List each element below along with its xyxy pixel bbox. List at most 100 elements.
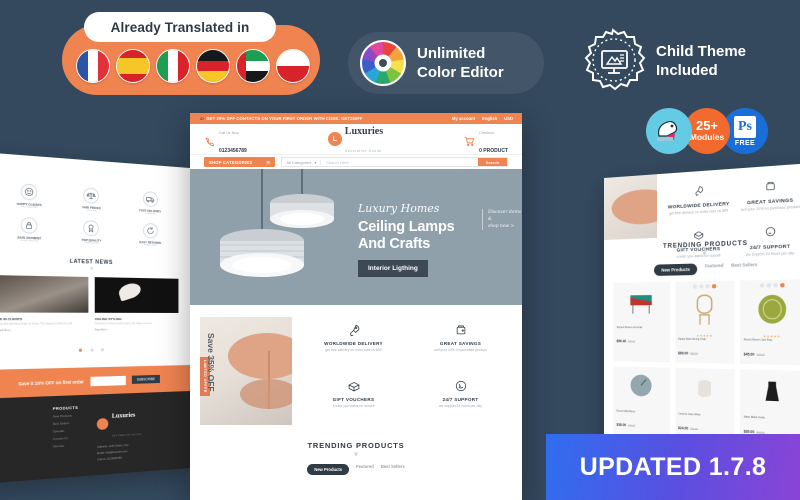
feature-icon-grid: HAPPY CLIENTS more than 2000 FAIR PRICES…: [0, 182, 177, 248]
service-desc: we support 24 hours per day: [439, 404, 482, 408]
news-desc: Collections of items around rooms. We ma…: [94, 323, 152, 326]
footer-link[interactable]: Specials: [53, 428, 78, 434]
hero-banner: Luxury Homes Ceiling Lamps And Crafts In…: [190, 169, 522, 305]
product-card[interactable]: ★★★★★ Round Woven Jute Rug $45.00 $60.00: [740, 279, 800, 366]
table-product-photo: [604, 174, 658, 240]
feature-item: EASY RETURNS 30 days back: [123, 222, 176, 248]
service-desc: we support 24 hours per day: [746, 250, 795, 257]
service-title: 24/7 SUPPORT: [442, 397, 479, 402]
cart-count: 0 PRODUCT: [479, 148, 508, 154]
shop-categories-label: SHOP CATEGORIES: [209, 159, 253, 165]
news-title: WE IN CLIENTS: [0, 316, 23, 322]
service-item: GREAT SAVINGS sell your 10% on purchase …: [735, 170, 800, 217]
hero-side-line2[interactable]: shop now >: [488, 223, 522, 230]
tab-featured[interactable]: Featured: [705, 263, 724, 275]
footer-link[interactable]: Sitemap: [53, 443, 78, 449]
news-card[interactable]: WE IN CLIENTS Many and tool had a begin …: [0, 275, 89, 333]
trending-title: TRENDING PRODUCTS: [307, 441, 405, 450]
carousel-dot[interactable]: [89, 348, 94, 352]
jute-rug: [740, 287, 800, 331]
germany-flag: [196, 49, 230, 83]
photoshop-free-label: FREE: [734, 139, 756, 147]
trending-ornament: ❦: [353, 452, 359, 458]
giftbox-icon: [304, 377, 403, 394]
poland-flag: [276, 49, 310, 83]
news-readmore[interactable]: Read More ›: [0, 330, 88, 332]
search-category-select[interactable]: All Categories ▾: [282, 159, 322, 165]
child-theme-badge: Child Theme Included: [580, 28, 746, 94]
product-old-price: $72.00: [627, 340, 636, 344]
color-editor-line2: Color Editor: [417, 64, 504, 81]
updated-version-label: UPDATED 1.7.8: [579, 452, 767, 481]
newsletter-subscribe-button[interactable]: SUBSCRIBE: [131, 375, 161, 385]
product-card[interactable]: ★★★★★ Rattan Back Dining Chair $89.00 $99…: [675, 280, 735, 364]
shop-categories-button[interactable]: SHOP CATEGORIES ☰: [204, 157, 276, 167]
search-button[interactable]: Search: [477, 158, 507, 166]
feature-item: TOP QUALITY certified goods: [63, 219, 119, 245]
footer-contact-column: Luxuries DECORATIVE GOODS Address: 1234 …: [97, 403, 142, 462]
tab-new-products[interactable]: New Products: [307, 464, 350, 475]
footer-contact-line: Email: info@luxuries.com: [97, 450, 128, 456]
tab-featured[interactable]: Featured: [356, 464, 374, 475]
site-logo[interactable]: L Luxuries Decorative Goods: [327, 121, 383, 157]
center-trending-section: TRENDING PRODUCTS ❦ New Products Feature…: [190, 425, 522, 475]
cart-block[interactable]: Checkout 0 PRODUCT: [464, 121, 508, 157]
support-icon: [737, 221, 800, 242]
tab-new-products[interactable]: New Products: [654, 263, 698, 276]
footer-link[interactable]: Best Sellers: [53, 421, 78, 426]
rocket-icon: [304, 321, 403, 338]
carousel-dot[interactable]: [100, 348, 105, 352]
color-wheel-icon: [360, 40, 406, 86]
footer-columns: PRODUCTS New Products Best Sellers Speci…: [0, 402, 177, 469]
product-card[interactable]: Striped Modern Armchair $56.40 $72.00: [613, 281, 670, 363]
news-card[interactable]: CEILING STYLING Collections of items aro…: [94, 277, 179, 332]
product-price: $56.40: [616, 339, 626, 344]
wall-mirror: [614, 366, 670, 409]
product-meta: ★★★★★ Round Woven Jute Rug $45.00 $60.00: [740, 331, 800, 366]
promo-and-services: LIMITED OFFER Save 35% OFF WORLDWIDE DEL…: [190, 305, 522, 425]
striped-armchair: [614, 282, 670, 323]
footer-link[interactable]: New Products: [53, 413, 78, 419]
carousel-dot[interactable]: [78, 348, 83, 353]
product-old-price: $49.00: [627, 424, 636, 428]
color-editor-line1: Unlimited: [417, 44, 486, 62]
logo-tagline: Decorative Goods: [344, 149, 382, 153]
black-kettle: [740, 369, 800, 415]
footer-link[interactable]: Contact Us: [53, 436, 78, 441]
lock-icon: [20, 216, 38, 234]
hamburger-icon: ☰: [266, 159, 271, 165]
tab-best-sellers[interactable]: Best Sellers: [731, 262, 757, 274]
checkout-label: Checkout: [479, 131, 495, 135]
footer-logo-name: Luxuries: [111, 412, 136, 421]
prestashop-logo-icon: [657, 120, 678, 141]
promo-offer-card[interactable]: LIMITED OFFER Save 35% OFF: [200, 317, 292, 425]
newsletter-email-input[interactable]: [90, 375, 126, 387]
child-theme-line2: Included: [656, 62, 718, 79]
prestashop-badge: [646, 108, 692, 154]
cart-icon: [464, 134, 475, 146]
product-meta: Striped Modern Armchair $56.40 $72.00: [614, 323, 670, 351]
service-item: GREAT SAVINGS sell your 10% on purchase …: [409, 317, 512, 369]
phone-icon: [204, 134, 215, 146]
nav-search-bar: SHOP CATEGORIES ☰ All Categories ▾ Searc…: [190, 154, 522, 169]
product-meta: ★★★★★ Rattan Back Dining Chair $89.00 $99…: [675, 330, 735, 364]
product-card[interactable]: Round Wall Mirror $38.00 $49.00: [613, 366, 670, 438]
news-readmore[interactable]: Read More ›: [95, 329, 179, 332]
tab-best-sellers[interactable]: Best Sellers: [381, 464, 405, 475]
hero-cta-button[interactable]: Interior Ligthing: [358, 260, 428, 278]
footer-copyright: © 2021 Luxuries Store. All Rights Reserv…: [48, 476, 133, 484]
footer-logo-mark: [97, 417, 109, 430]
site-footer: PRODUCTS New Products Best Sellers Speci…: [0, 391, 190, 484]
carousel-dots[interactable]: [0, 337, 190, 359]
logo-mark-icon: L: [327, 132, 342, 146]
search-bar[interactable]: All Categories ▾ Search Here ... Search: [281, 157, 508, 167]
translated-badge: Already Translated in: [62, 12, 320, 95]
feature-item: FAIR PRICES every day: [63, 186, 119, 213]
product-price: $38.00: [616, 422, 626, 428]
footer-logo: Luxuries DECORATIVE GOODS: [97, 403, 142, 443]
search-input[interactable]: Search Here ...: [321, 160, 477, 165]
service-item: WORLDWIDE DELIVERY get free delivery on …: [665, 175, 732, 221]
service-desc: a wish you wants for ourself: [332, 404, 375, 408]
product-old-price: $31.00: [690, 427, 698, 432]
product-card[interactable]: Ceramic Vase White $24.00 $31.00: [675, 367, 735, 441]
